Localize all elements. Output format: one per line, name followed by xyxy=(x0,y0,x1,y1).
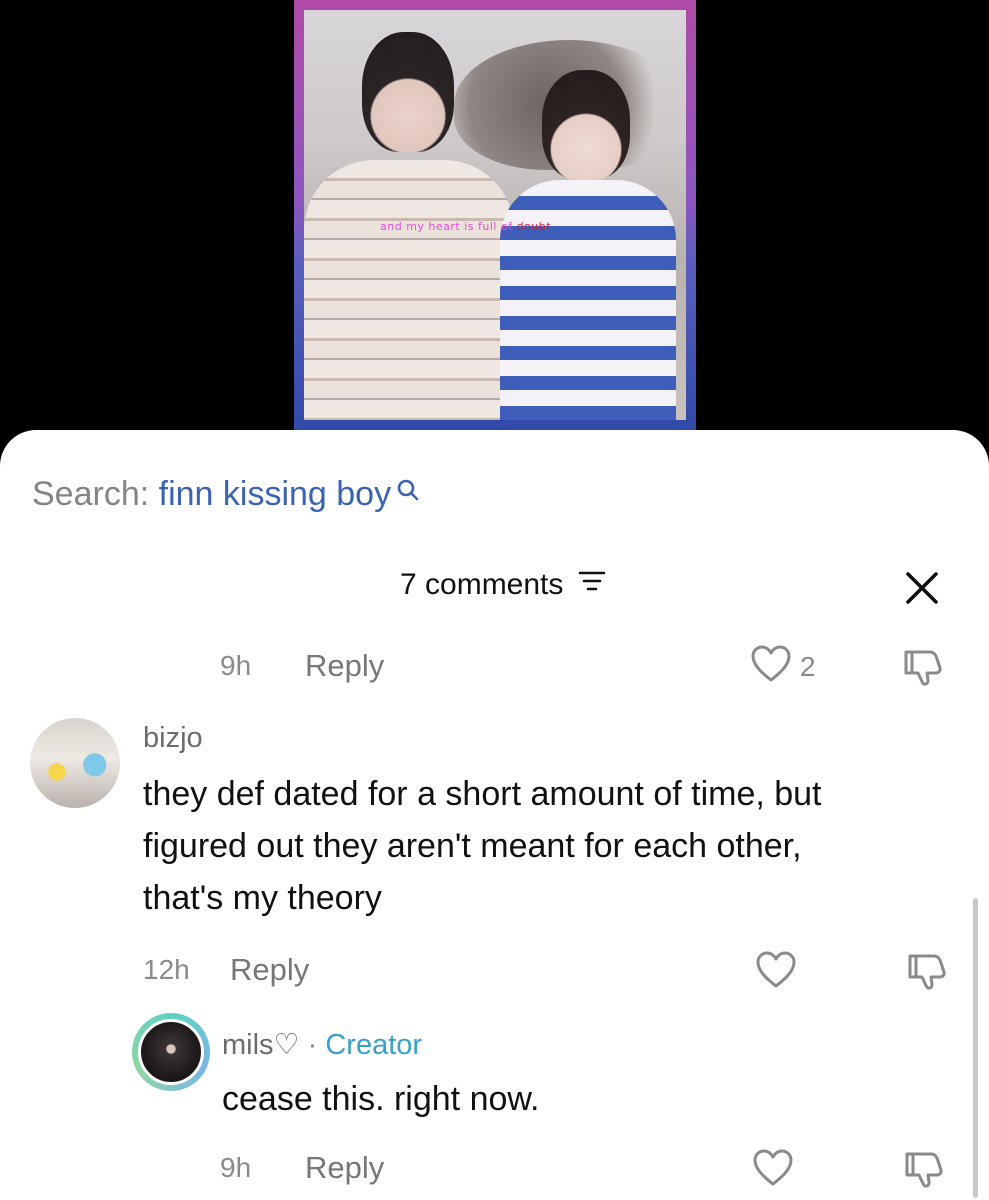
person-left-sweater xyxy=(304,160,514,420)
search-icon[interactable] xyxy=(395,473,421,512)
filter-icon[interactable] xyxy=(578,567,606,601)
search-suggestion[interactable]: Search: finn kissing boy xyxy=(32,475,421,514)
heart-icon[interactable] xyxy=(750,644,792,689)
comment-text-line: figured out they aren't meant for each o… xyxy=(143,827,802,865)
search-label: Search: xyxy=(32,475,150,513)
like-button[interactable]: 2 xyxy=(750,644,816,689)
person-left-head xyxy=(362,32,454,152)
separator-dot: · xyxy=(307,1029,318,1061)
dislike-icon[interactable] xyxy=(902,646,944,693)
comments-count-title[interactable]: 7 comments xyxy=(400,568,606,602)
avatar[interactable] xyxy=(30,718,120,808)
comments-count-text: 7 comments xyxy=(400,568,564,601)
reply-timestamp: 9h xyxy=(220,1152,252,1183)
dislike-icon[interactable] xyxy=(906,950,948,997)
reply-text: cease this. right now. xyxy=(222,1080,540,1118)
comment-text-line: they def dated for a short amount of tim… xyxy=(143,775,822,813)
reply-button[interactable]: Reply xyxy=(230,952,309,988)
reply-button[interactable]: Reply xyxy=(305,648,384,684)
scrollbar[interactable] xyxy=(973,898,978,1198)
search-query-link[interactable]: finn kissing boy xyxy=(159,475,391,513)
video-player[interactable]: and my heart is full of doubt xyxy=(0,0,989,440)
caption-highlight: doubt xyxy=(516,220,552,233)
comment-text: they def dated for a short amount of tim… xyxy=(143,768,822,924)
comment-text-line: that's my theory xyxy=(143,879,382,917)
comment-timestamp: 9h xyxy=(220,650,252,681)
heart-icon[interactable] xyxy=(752,1148,794,1188)
like-count: 2 xyxy=(800,650,816,682)
caption-text: and my heart is full of xyxy=(380,220,513,233)
comment-timestamp: 12h xyxy=(143,954,190,985)
reply-author-line: mils♡ · Creator xyxy=(222,1027,422,1062)
close-icon[interactable] xyxy=(904,570,940,606)
avatar[interactable] xyxy=(138,1019,204,1085)
creator-badge: Creator xyxy=(325,1029,423,1061)
reply-button[interactable]: Reply xyxy=(305,1150,384,1186)
person-right-head xyxy=(542,70,630,180)
video-overlay-caption: and my heart is full of doubt xyxy=(380,220,551,233)
dislike-icon[interactable] xyxy=(903,1148,945,1195)
video-thumbnail: and my heart is full of doubt xyxy=(304,10,686,420)
reply-username[interactable]: mils♡ xyxy=(222,1029,300,1061)
person-right-sweater xyxy=(500,180,676,420)
heart-icon[interactable] xyxy=(755,950,797,990)
comment-username[interactable]: bizjo xyxy=(143,722,203,755)
